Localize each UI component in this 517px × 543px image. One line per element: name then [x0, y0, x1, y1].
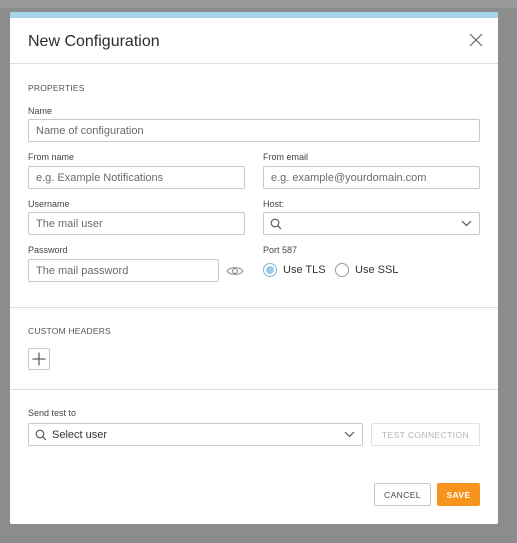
dialog-title: New Configuration [28, 33, 160, 50]
close-button[interactable] [468, 32, 484, 48]
host-select[interactable] [263, 212, 480, 235]
save-button[interactable]: SAVE [437, 483, 480, 506]
send-test-label: Send test to [28, 408, 77, 418]
radio-ssl[interactable] [335, 263, 349, 277]
show-password-button[interactable] [226, 264, 244, 282]
configuration-dialog: New Configuration PROPERTIES Name From n… [10, 12, 498, 524]
username-label: Username [28, 199, 70, 209]
eye-icon [226, 267, 244, 275]
radio-ssl-label: Use SSL [355, 264, 399, 276]
add-header-button[interactable] [28, 348, 50, 370]
name-label: Name [28, 106, 53, 116]
plus-icon [32, 352, 46, 366]
section-divider [10, 389, 498, 390]
radio-tls-label: Use TLS [283, 264, 326, 276]
send-test-user-value: Select user [52, 429, 108, 441]
from-email-input[interactable] [263, 166, 480, 189]
host-label: Host: [263, 199, 285, 209]
close-icon [469, 33, 483, 47]
radio-tls[interactable] [263, 263, 277, 277]
from-name-input[interactable] [28, 166, 245, 189]
search-icon [270, 218, 282, 230]
chevron-down-icon [461, 220, 472, 227]
dialog-header: New Configuration [10, 18, 498, 64]
backdrop [0, 0, 517, 8]
username-input[interactable] [28, 212, 245, 235]
from-name-label: From name [28, 152, 75, 162]
cancel-button[interactable]: CANCEL [374, 483, 431, 506]
custom-headers-section-label: CUSTOM HEADERS [28, 326, 111, 336]
from-email-label: From email [263, 152, 309, 162]
search-icon [35, 429, 47, 441]
port-label: Port 587 [263, 245, 298, 255]
name-input[interactable] [28, 119, 480, 142]
port-radio-tls[interactable]: Use TLS [263, 263, 326, 277]
test-connection-button[interactable]: TEST CONNECTION [371, 423, 480, 446]
chevron-down-icon [344, 431, 355, 438]
port-radio-ssl[interactable]: Use SSL [335, 263, 398, 277]
properties-section-label: PROPERTIES [28, 83, 85, 93]
password-input[interactable] [28, 259, 219, 282]
send-test-user-select[interactable]: Select user [28, 423, 363, 446]
section-divider [10, 307, 498, 308]
password-label: Password [28, 245, 68, 255]
